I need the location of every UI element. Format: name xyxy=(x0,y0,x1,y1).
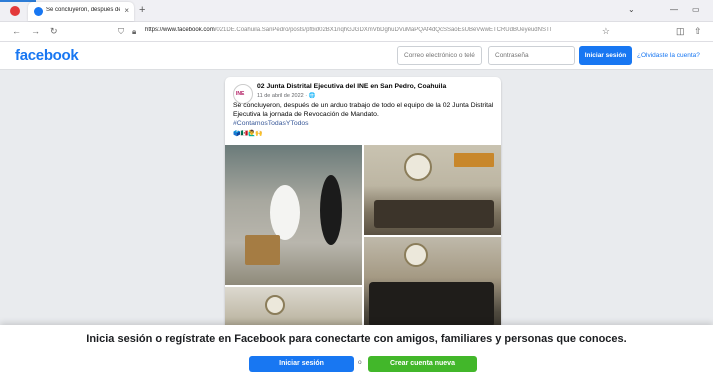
maximize-icon[interactable]: ▭ xyxy=(692,5,700,14)
people-at-table xyxy=(369,282,494,327)
new-tab-button[interactable]: + xyxy=(139,4,145,16)
ine-logo-text: INE xyxy=(236,91,245,97)
lock-icon: 🔒︎ xyxy=(132,27,137,36)
post-photo-2[interactable] xyxy=(364,145,501,235)
page-name-link[interactable]: 02 Junta Distrital Ejecutiva del INE en … xyxy=(257,83,446,90)
tab-close-icon[interactable]: × xyxy=(124,6,129,15)
address-bar[interactable]: ⛉ 🔒︎ https://www.facebook.com/021DE.Coah… xyxy=(112,25,620,39)
facebook-favicon-icon xyxy=(34,7,43,16)
person-dark-shirt xyxy=(320,175,342,245)
person-white-shirt xyxy=(270,185,300,240)
tab-title: Se concluyeron, después de un xyxy=(46,7,120,13)
wall-posters xyxy=(454,153,494,167)
bookmark-star-icon[interactable]: ☆ xyxy=(602,26,610,37)
browser-tabbar: Se concluyeron, después de un × + ⌄ — ▭ xyxy=(0,0,713,22)
post-card: INE 02 Junta Distrital Ejecutiva del INE… xyxy=(225,77,501,337)
or-separator: o xyxy=(358,359,362,366)
browser-app-icon[interactable] xyxy=(10,6,20,16)
banner-text: Inicia sesión o regístrate en Facebook p… xyxy=(86,333,627,345)
shield-icon: ⛉ xyxy=(118,27,124,36)
post-photo-1[interactable] xyxy=(225,145,362,285)
wall-seal-2 xyxy=(404,243,428,267)
browser-tab[interactable]: Se concluyeron, después de un × xyxy=(28,2,134,21)
login-banner: Inicia sesión o regístrate en Facebook p… xyxy=(0,325,713,372)
reload-icon[interactable]: ↻ xyxy=(50,26,58,37)
post-emojis: 🗳️🇲🇽🙋‍♂️🙌 xyxy=(233,131,263,137)
post-text: Se concluyeron, después de un arduo trab… xyxy=(233,102,494,118)
facebook-header: facebook Iniciar sesión ¿Olvidaste la cu… xyxy=(0,42,713,70)
forgot-account-link[interactable]: ¿Olvidaste la cuenta? xyxy=(637,52,700,59)
wall-seal xyxy=(404,153,432,181)
boxes xyxy=(245,235,280,265)
pocket-icon[interactable]: ◫ xyxy=(676,26,685,37)
url-text[interactable]: https://www.facebook.com/021DE.Coahuila.… xyxy=(145,27,590,33)
password-input[interactable] xyxy=(488,46,575,65)
banner-login-button[interactable]: Iniciar sesión xyxy=(249,356,354,372)
minimize-icon[interactable]: — xyxy=(670,5,678,14)
tab-list-icon[interactable]: ⌄ xyxy=(628,5,635,14)
create-account-button[interactable]: Crear cuenta nueva xyxy=(368,356,477,372)
forward-icon[interactable]: → xyxy=(31,26,40,36)
facebook-logo[interactable]: facebook xyxy=(15,47,79,64)
url-path: /021DE.Coahuila.SanPedro/posts/pfbid02BX… xyxy=(214,27,551,33)
email-input[interactable] xyxy=(397,46,482,65)
post-date[interactable]: 11 de abril de 2022 · 🌐 xyxy=(257,93,315,99)
meeting-table xyxy=(374,200,494,228)
post-photo-3[interactable] xyxy=(364,237,501,337)
hashtag-link[interactable]: #ContamosTodasYTodos xyxy=(233,120,309,127)
wall-seal-3 xyxy=(265,295,285,315)
login-button[interactable]: Iniciar sesión xyxy=(579,46,632,65)
extensions-icon[interactable]: ⇧ xyxy=(694,26,702,37)
url-host: https://www.facebook.com xyxy=(145,27,215,33)
back-icon[interactable]: ← xyxy=(12,26,21,36)
browser-navbar: ← → ↻ ⛉ 🔒︎ https://www.facebook.com/021D… xyxy=(0,22,713,42)
